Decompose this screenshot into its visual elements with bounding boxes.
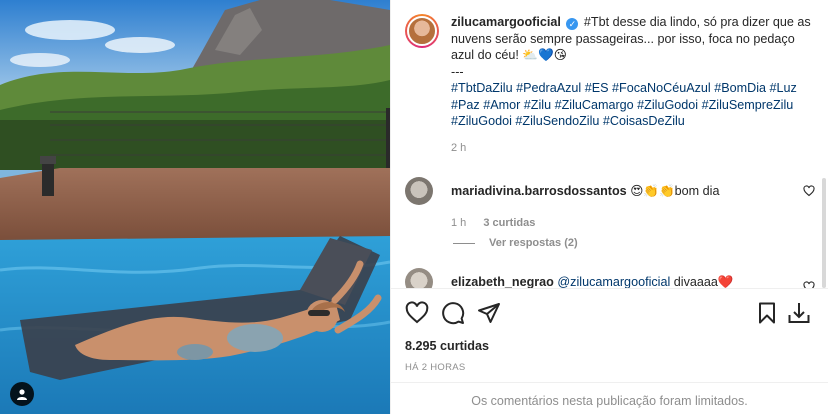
comment-likes[interactable]: 3 curtidas bbox=[483, 217, 535, 229]
post-photo[interactable] bbox=[0, 0, 390, 414]
comment-icon[interactable] bbox=[441, 301, 465, 325]
comments-limited-notice: Os comentários nesta publicação foram li… bbox=[471, 394, 748, 408]
heart-icon[interactable] bbox=[405, 301, 429, 325]
comment-avatar[interactable] bbox=[405, 177, 433, 205]
bookmark-icon[interactable] bbox=[755, 301, 779, 325]
comment-body: divaaaa❤️ bbox=[673, 275, 734, 288]
caption-hashtags[interactable]: #TbtDaZilu #PedraAzul #ES #FocaNoCéuAzul… bbox=[451, 81, 797, 128]
comment-meta: 1 h 3 curtidas bbox=[451, 217, 815, 229]
comment-username[interactable]: elizabeth_negrao bbox=[451, 275, 554, 288]
comment-username[interactable]: mariadivina.barrosdossantos bbox=[451, 184, 627, 198]
caption-time[interactable]: 2 h bbox=[451, 142, 466, 154]
comment-text: elizabeth_negrao @zilucamargooficial div… bbox=[451, 274, 815, 288]
likes-count[interactable]: 8.295 curtidas bbox=[405, 339, 489, 353]
comment-body: 😍👏👏bom dia bbox=[630, 184, 720, 198]
view-replies-label: Ver respostas (2) bbox=[489, 237, 578, 249]
caption-username[interactable]: zilucamargooficial bbox=[451, 15, 561, 29]
paper-plane-icon[interactable] bbox=[477, 301, 501, 325]
comment-like-heart-icon[interactable] bbox=[803, 281, 815, 288]
comment-mention[interactable]: @zilucamargooficial bbox=[557, 275, 670, 288]
download-icon[interactable] bbox=[787, 301, 811, 325]
comment-text: mariadivina.barrosdossantos 😍👏👏bom dia bbox=[451, 183, 815, 199]
post-caption: zilucamargooficial ✓ #Tbt desse dia lind… bbox=[405, 14, 815, 130]
comment-like-heart-icon[interactable] bbox=[803, 185, 815, 197]
comment-item: mariadivina.barrosdossantos 😍👏👏bom dia 1… bbox=[405, 177, 815, 229]
actions-divider bbox=[391, 288, 828, 289]
caption-separator: --- bbox=[451, 64, 464, 79]
view-replies-button[interactable]: Ver respostas (2) bbox=[453, 237, 578, 249]
verified-badge-icon: ✓ bbox=[566, 18, 579, 30]
user-icon bbox=[17, 389, 27, 400]
replies-line bbox=[453, 242, 475, 244]
comment-clip: elizabeth_negrao @zilucamargooficial div… bbox=[391, 262, 828, 288]
comments-scrollbar[interactable] bbox=[820, 178, 828, 288]
comment-item: elizabeth_negrao @zilucamargooficial div… bbox=[405, 268, 815, 288]
caption-text: zilucamargooficial ✓ #Tbt desse dia lind… bbox=[451, 14, 811, 130]
owner-avatar[interactable] bbox=[405, 14, 439, 48]
post-details-panel: zilucamargooficial ✓ #Tbt desse dia lind… bbox=[390, 0, 828, 414]
comment-avatar[interactable] bbox=[405, 268, 433, 288]
action-bar bbox=[405, 301, 817, 327]
tagged-user-button[interactable] bbox=[10, 382, 34, 406]
comments-divider bbox=[391, 382, 828, 383]
post-timestamp[interactable]: HÁ 2 HORAS bbox=[405, 362, 466, 373]
photo-illustration bbox=[0, 0, 390, 414]
comment-time[interactable]: 1 h bbox=[451, 217, 466, 229]
